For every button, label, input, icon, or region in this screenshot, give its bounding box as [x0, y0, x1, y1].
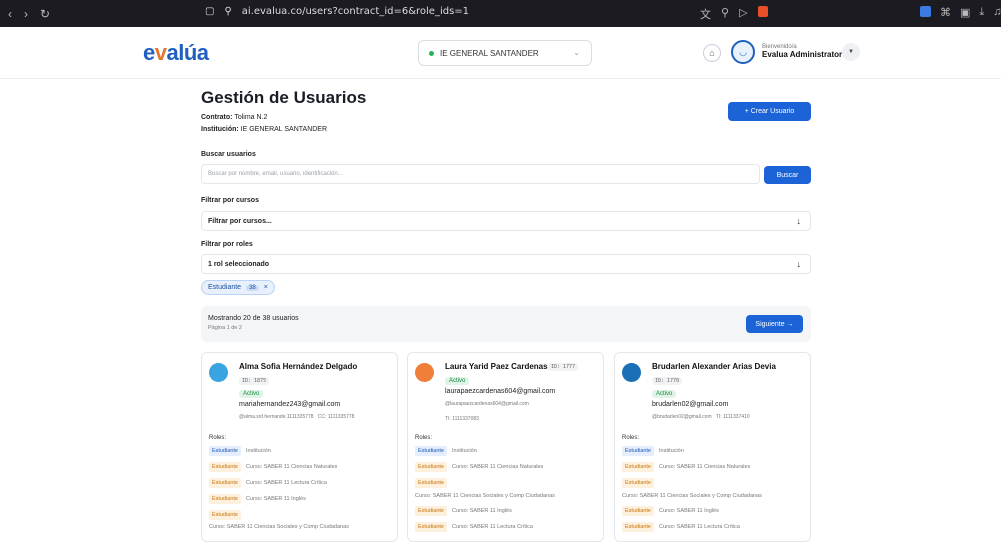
role-row: Estudiante Institución [209, 446, 271, 456]
forward-icon[interactable]: › [24, 7, 28, 21]
search-input[interactable]: Buscar por nombre, email, usuario, ident… [201, 164, 760, 184]
extension-icon[interactable] [920, 6, 931, 17]
role-row: Estudiante Curso: SABER 11 Ciencias Natur… [622, 462, 750, 472]
brave-shield-icon[interactable] [757, 6, 768, 17]
arrow-down-icon: ↓ [796, 259, 802, 269]
user-id-badge: ID: 1875 [239, 377, 270, 385]
next-page-button[interactable]: Siguiente → [746, 315, 803, 333]
arrow-down-icon: ↓ [796, 216, 802, 226]
status-badge: Activo [445, 377, 470, 385]
page-indicator: Página 1 de 2 [208, 325, 242, 331]
course-filter-label: Filtrar por cursos [201, 197, 259, 204]
role-row: Estudiante Curso: SABER 11 Inglés [622, 506, 719, 516]
role-filter-value: 1 rol seleccionado [208, 260, 270, 268]
role-row: Estudiante [415, 478, 447, 488]
url-text[interactable]: ai.evalua.co/users?contract_id=6&role_id… [242, 6, 469, 17]
evalua-logo[interactable]: evalúa [143, 40, 209, 66]
role-row: Curso: SABER 11 Ciencias Sociales y Comp… [622, 493, 762, 499]
roles-label: Roles: [415, 435, 433, 441]
user-menu-chevron-icon[interactable]: ▼ [842, 43, 860, 61]
user-handle: @brudarlen02@gmail.com TI: 1111337410 [652, 414, 750, 420]
chevron-down-icon: ⌄ [573, 48, 580, 57]
user-handle: @alma.sof.hernande.1111335778 CC: 111133… [239, 414, 355, 420]
status-badge: Activo [239, 390, 264, 398]
site-settings-icon[interactable]: ⚲ [224, 6, 231, 17]
user-card[interactable]: Brudarlen Alexander Arias Devia ID: 1770… [614, 352, 811, 542]
institution-select-value: IE GENERAL SANTANDER [440, 48, 539, 58]
user-id-badge: ID: 1770 [652, 377, 683, 385]
role-row: Estudiante Curso: SABER 11 Lectura Crític… [415, 522, 533, 532]
search-button[interactable]: Buscar [764, 166, 811, 184]
user-email: mariahernandez243@gmail.com [239, 401, 341, 408]
create-user-button[interactable]: + Crear Usuario [728, 102, 811, 121]
role-row: Estudiante Curso: SABER 11 Ciencias Natur… [415, 462, 543, 472]
role-row: Estudiante Institución [415, 446, 477, 456]
role-chip: Estudiante 38 × [201, 280, 275, 295]
avatar [209, 363, 228, 382]
role-row: Estudiante Curso: SABER 11 Inglés [209, 494, 306, 504]
roles-label: Roles: [209, 435, 227, 441]
role-chip-count: 38 [246, 284, 259, 291]
pagination-bar: Mostrando 20 de 38 usuarios Página 1 de … [201, 306, 811, 342]
user-email: brudarlen02@gmail.com [652, 401, 729, 408]
zoom-icon[interactable]: ⚲ [721, 6, 729, 22]
back-icon[interactable]: ‹ [8, 7, 12, 21]
user-card[interactable]: Alma Sofia Hernández Delgado ID: 1875 Ac… [201, 352, 398, 542]
role-filter-label: Filtrar por roles [201, 241, 253, 248]
welcome-block: Bienvenido/a Evalua Administrator [762, 43, 842, 59]
share-icon[interactable]: ▷ [739, 6, 747, 22]
institution-select[interactable]: IE GENERAL SANTANDER ⌄ [418, 40, 592, 66]
user-card[interactable]: Laura Yarid Paez Cardenas ID: 1777 Activ… [407, 352, 604, 542]
user-name: Alma Sofia Hernández Delgado [239, 362, 358, 371]
status-badge: Activo [652, 390, 677, 398]
app-header: evalúa IE GENERAL SANTANDER ⌄ ⌂ ◡ Bienve… [0, 27, 1001, 79]
user-doc: TI: 1111337083 [445, 416, 479, 422]
role-row: Estudiante Curso: SABER 11 Ciencias Natur… [209, 462, 337, 472]
avatar [622, 363, 641, 382]
bookmark-icon[interactable]: ▢ [205, 6, 214, 17]
avatar [415, 363, 434, 382]
contract-info: Contrato: Tolima N.2 [201, 114, 268, 121]
search-placeholder: Buscar por nombre, email, usuario, ident… [208, 171, 343, 177]
close-icon[interactable]: × [264, 284, 268, 291]
role-row: Estudiante Curso: SABER 11 Inglés [415, 506, 512, 516]
browser-nav: ‹ › ↻ [0, 7, 120, 21]
reload-icon[interactable]: ↻ [40, 7, 50, 21]
puzzle-icon[interactable]: ⌘ [940, 6, 951, 19]
music-icon[interactable]: ♫ [993, 6, 1001, 19]
user-id-badge: ID: 1777 [548, 363, 579, 371]
user-name: Evalua Administrator [762, 50, 843, 59]
status-dot-icon [429, 50, 434, 56]
institution-info: Institución: IE GENERAL SANTANDER [201, 126, 328, 133]
user-name: Brudarlen Alexander Arias Devia [652, 362, 776, 371]
home-icon[interactable]: ⌂ [703, 44, 721, 62]
browser-chrome: ‹ › ↻ ▢ ⚲ ai.evalua.co/users?contract_id… [0, 0, 1001, 27]
roles-label: Roles: [622, 435, 640, 441]
role-filter-select[interactable]: 1 rol seleccionado ↓ [201, 254, 811, 274]
browser-actions: 文 ⚲ ▷ [700, 6, 768, 22]
sidebar-icon[interactable]: ▣ [960, 6, 970, 19]
course-filter-value: Filtrar por cursos... [208, 217, 272, 225]
user-email: laurapaezcardenas604@gmail.com [445, 388, 556, 395]
role-row: Estudiante Curso: SABER 11 Lectura Crític… [209, 478, 327, 488]
results-count: Mostrando 20 de 38 usuarios [208, 315, 299, 322]
user-name: Laura Yarid Paez Cardenas [445, 362, 548, 371]
role-chip-label: Estudiante [208, 284, 242, 291]
extensions-bar: ⌘ ▣ ⤓ ♫ [920, 6, 1001, 19]
address-bar[interactable]: ▢ ⚲ ai.evalua.co/users?contract_id=6&rol… [205, 6, 469, 17]
role-row: Estudiante [622, 478, 654, 488]
role-row: Curso: SABER 11 Ciencias Sociales y Comp… [415, 493, 555, 499]
user-handle: @laurapaezcardenas604@gmail.com [445, 401, 529, 407]
translate-icon[interactable]: 文 [700, 6, 711, 22]
role-row: Estudiante Curso: SABER 11 Lectura Crític… [622, 522, 740, 532]
page-title: Gestión de Usuarios [201, 88, 367, 107]
download-icon[interactable]: ⤓ [979, 6, 984, 19]
role-row: Estudiante Institución [622, 446, 684, 456]
search-label: Buscar usuarios [201, 151, 256, 158]
user-avatar[interactable]: ◡ [731, 40, 755, 64]
role-row: Estudiante [209, 510, 241, 520]
course-filter-select[interactable]: Filtrar por cursos... ↓ [201, 211, 811, 231]
role-row: Curso: SABER 11 Ciencias Sociales y Comp… [209, 524, 349, 530]
